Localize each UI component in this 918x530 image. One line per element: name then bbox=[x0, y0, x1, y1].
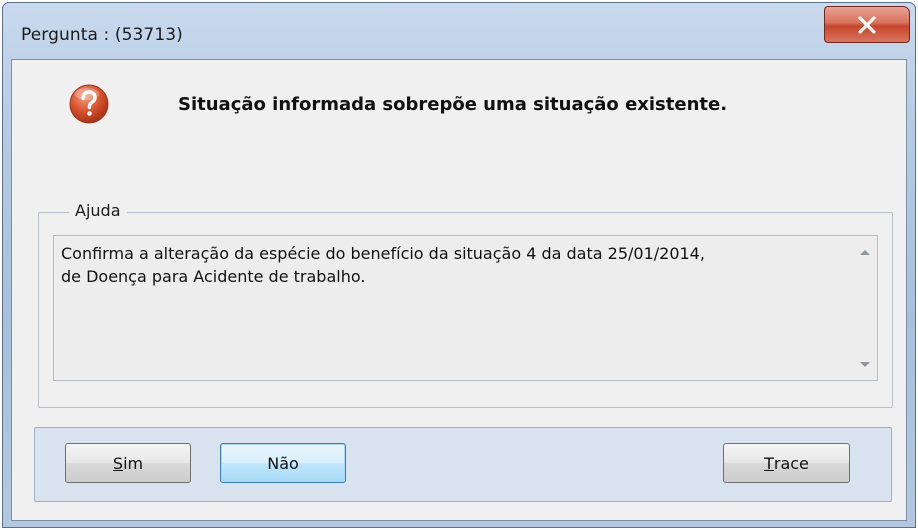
dialog-window: Pergunta : (53713) Situação informada so… bbox=[2, 2, 916, 528]
help-textbox[interactable]: Confirma a alteração da espécie do benef… bbox=[53, 235, 878, 381]
close-x-icon bbox=[858, 15, 876, 34]
trace-button-mnemonic: T bbox=[764, 453, 774, 473]
help-text-line: de Doença para Acidente de trabalho. bbox=[61, 267, 366, 286]
window-title: Pergunta : (53713) bbox=[21, 25, 183, 45]
trace-button[interactable]: Trace bbox=[723, 443, 850, 483]
scroll-up-arrow-icon[interactable] bbox=[860, 250, 870, 255]
help-legend: Ajuda bbox=[69, 201, 127, 220]
vertical-scrollbar[interactable] bbox=[854, 236, 877, 380]
button-bar: Sim Não Trace bbox=[34, 427, 892, 502]
question-icon bbox=[69, 84, 109, 124]
no-button[interactable]: Não bbox=[220, 443, 346, 483]
yes-button-label: im bbox=[123, 453, 144, 473]
close-button[interactable] bbox=[824, 6, 910, 43]
dialog-message: Situação informada sobrepõe uma situação… bbox=[178, 94, 728, 115]
dialog-body: Situação informada sobrepõe uma situação… bbox=[11, 59, 907, 521]
help-text-line: Confirma a alteração da espécie do benef… bbox=[61, 244, 705, 263]
no-button-label: Não bbox=[267, 453, 299, 473]
yes-button[interactable]: Sim bbox=[65, 443, 191, 483]
help-group: Ajuda Confirma a alteração da espécie do… bbox=[38, 201, 893, 408]
yes-button-mnemonic: S bbox=[112, 453, 124, 473]
trace-button-label: race bbox=[773, 453, 809, 473]
title-bar[interactable]: Pergunta : (53713) bbox=[3, 3, 915, 59]
scroll-down-arrow-icon[interactable] bbox=[860, 362, 870, 367]
help-text: Confirma a alteração da espécie do benef… bbox=[61, 242, 846, 288]
